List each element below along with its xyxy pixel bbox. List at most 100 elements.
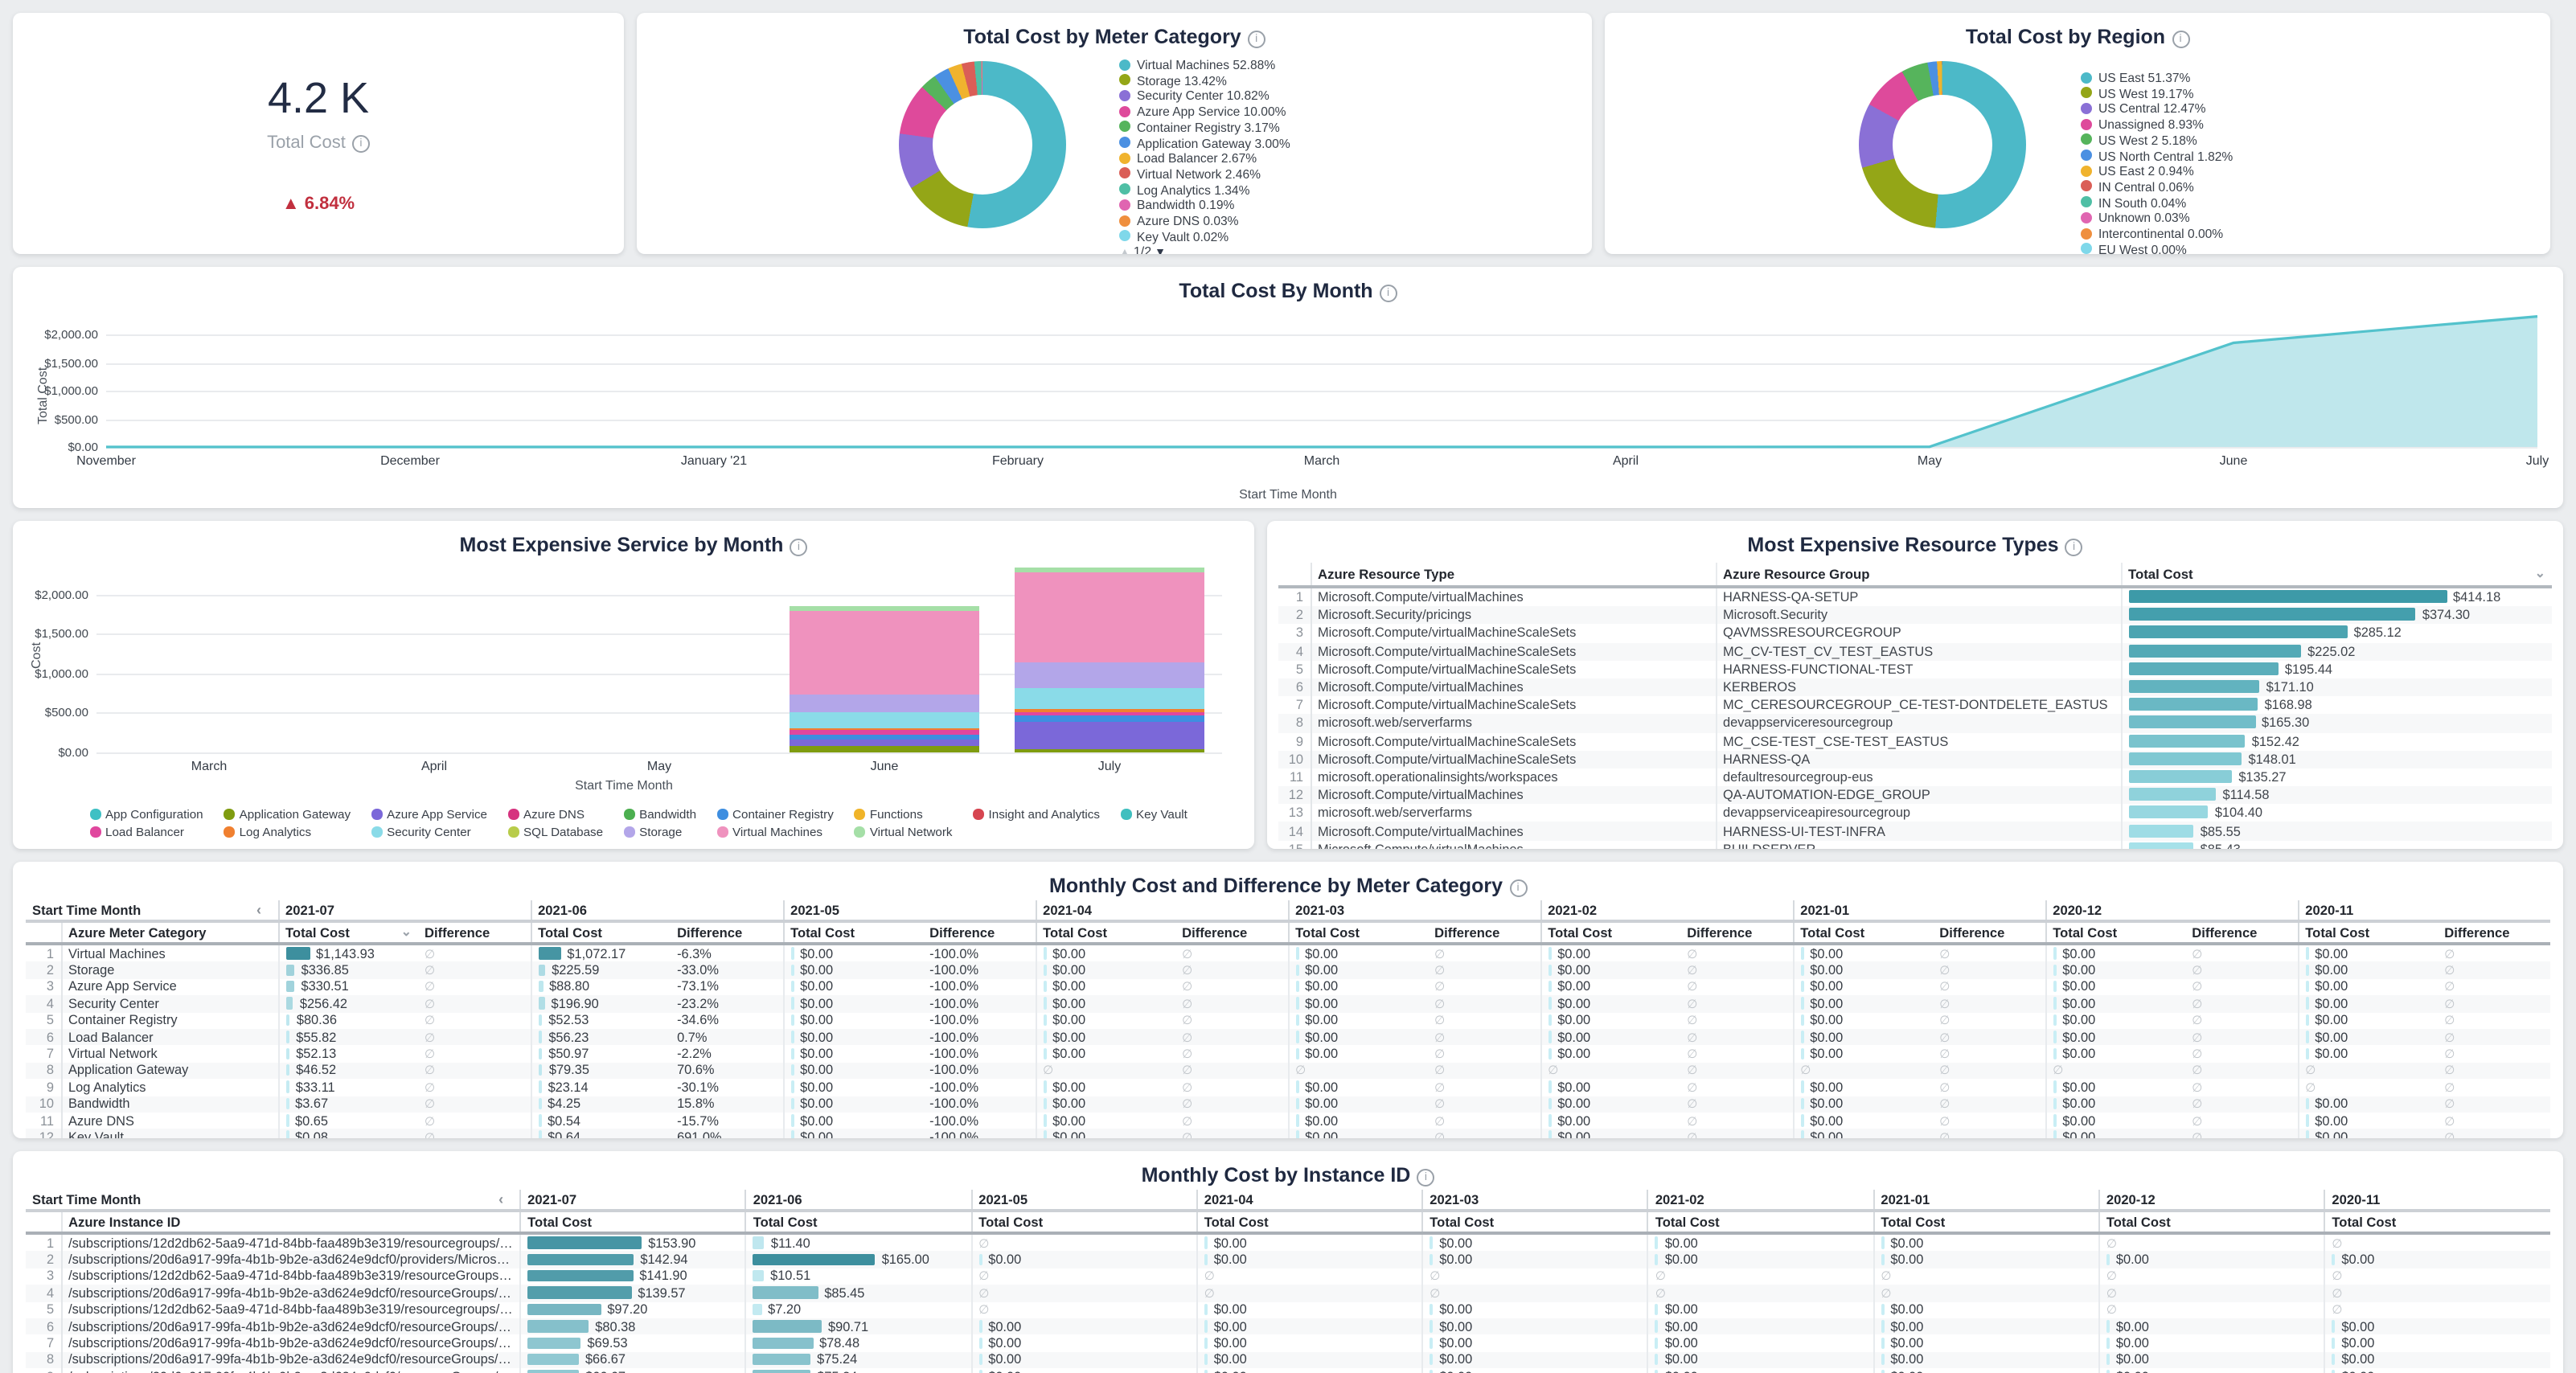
total-cost-cell[interactable]: $256.42 [278,995,418,1012]
instance-id-cell[interactable]: /subscriptions/20d6a917-99fa-4b1b-9b2e-a… [61,1351,520,1368]
total-cost-cell[interactable]: $0.00 [1197,1252,1423,1268]
total-cost-cell[interactable]: ∅ [2298,1079,2438,1096]
total-cost-column-header[interactable]: Total Cost [1648,1211,1874,1233]
instance-id-cell[interactable]: /subscriptions/20d6a917-99fa-4b1b-9b2e-a… [61,1335,520,1352]
stacked-bar-plot[interactable]: $2,000.00$1,500.00$1,000.00$500.00$0.00M… [96,563,1222,752]
total-cost-cell[interactable]: $0.00 [1648,1335,1874,1352]
total-cost-cell[interactable]: $0.00 [783,1062,923,1079]
difference-cell[interactable]: -33.0% [671,962,783,979]
total-cost-cell[interactable]: ∅ [1422,1285,1648,1301]
total-cost-cell[interactable]: $0.00 [1540,944,1680,962]
info-icon[interactable]: i [1380,285,1397,302]
total-cost-cell[interactable]: $0.00 [2298,944,2438,962]
difference-cell[interactable]: ∅ [1428,1113,1540,1129]
bar-segment[interactable] [1015,572,1204,662]
total-cost-cell[interactable]: $0.00 [1540,1046,1680,1063]
total-cost-column-header[interactable]: Total Cost [531,921,671,944]
total-cost-cell[interactable]: $152.42 [2121,732,2552,750]
table-row[interactable]: 6Microsoft.Compute/virtualMachinesKERBER… [1278,678,2552,696]
difference-cell[interactable]: ∅ [418,995,531,1012]
difference-cell[interactable]: ∅ [1680,962,1793,979]
total-cost-cell[interactable]: $0.00 [2099,1351,2325,1368]
total-cost-cell[interactable]: $0.00 [2298,1096,2438,1113]
table-row[interactable]: 3Azure App Service$330.51∅$88.80-73.1%$0… [26,979,2550,996]
resource-type-cell[interactable]: Microsoft.Compute/virtualMachines [1311,678,1716,696]
column-header[interactable]: Total Cost⌄ [2121,563,2552,587]
total-cost-cell[interactable]: $0.00 [1288,1079,1428,1096]
resource-group-cell[interactable]: MC_CV-TEST_CV_TEST_EASTUS [1716,642,2121,660]
bar-segment[interactable] [1015,689,1204,709]
difference-cell[interactable]: ∅ [1428,1012,1540,1029]
total-cost-cell[interactable]: $0.00 [1422,1252,1648,1268]
total-cost-cell[interactable]: $0.00 [1793,1029,1933,1046]
row-header-label[interactable]: Azure Meter Category [61,921,278,944]
difference-cell[interactable]: ∅ [418,1062,531,1079]
resource-group-cell[interactable]: QA-AUTOMATION-EDGE_GROUP [1716,786,2121,804]
total-cost-cell[interactable]: $0.00 [1873,1252,2099,1268]
legend-item[interactable]: Virtual Network 2.46% [1119,167,1290,182]
meter-category-donut[interactable] [899,61,1066,228]
table-row[interactable]: 12Key Vault$0.08∅$0.64691.0%$0.00-100.0%… [26,1129,2550,1138]
collapse-chevron-icon[interactable]: ‹ [256,902,261,918]
resource-group-cell[interactable]: MC_CSE-TEST_CSE-TEST_EASTUS [1716,732,2121,750]
table-row[interactable]: 3Microsoft.Compute/virtualMachineScaleSe… [1278,625,2552,642]
total-cost-cell[interactable]: $0.00 [2324,1252,2550,1268]
resource-group-cell[interactable]: Microsoft.Security [1716,606,2121,624]
total-cost-cell[interactable]: $0.00 [1540,979,1680,996]
legend-item[interactable]: Virtual Machines 52.88% [1119,58,1290,73]
total-cost-cell[interactable]: $142.94 [520,1252,746,1268]
difference-cell[interactable]: -100.0% [923,1079,1036,1096]
resource-group-cell[interactable]: HARNESS-QA-SETUP [1716,587,2121,606]
difference-cell[interactable]: ∅ [418,1113,531,1129]
total-cost-cell[interactable]: $330.51 [278,979,418,996]
total-cost-cell[interactable]: $0.00 [1036,1029,1175,1046]
legend-item[interactable]: US North Central 1.82% [2081,149,2233,164]
total-cost-cell[interactable]: $0.00 [2324,1335,2550,1352]
total-cost-cell[interactable]: $0.00 [1540,1029,1680,1046]
total-cost-cell[interactable]: $0.00 [2298,962,2438,979]
meter-category-cell[interactable]: Virtual Machines [61,944,278,962]
total-cost-cell[interactable]: $0.00 [2298,1113,2438,1129]
total-cost-cell[interactable]: $23.14 [531,1079,671,1096]
total-cost-cell[interactable]: $0.00 [1036,1129,1175,1138]
total-cost-cell[interactable]: $0.00 [783,1113,923,1129]
difference-cell[interactable]: ∅ [2438,1012,2550,1029]
legend-item[interactable]: Azure DNS 0.03% [1119,214,1290,229]
difference-cell[interactable]: ∅ [1175,944,1288,962]
difference-cell[interactable]: ∅ [1680,979,1793,996]
total-cost-cell[interactable]: $0.00 [1793,944,1933,962]
total-cost-cell[interactable]: ∅ [971,1285,1197,1301]
table-row[interactable]: 13microsoft.web/serverfarmsdevappservice… [1278,805,2552,822]
total-cost-cell[interactable]: $0.00 [1648,1351,1874,1368]
difference-cell[interactable]: ∅ [418,1046,531,1063]
total-cost-cell[interactable]: $0.00 [1036,995,1175,1012]
legend-item[interactable]: Key Vault 0.02% [1119,229,1290,244]
total-cost-cell[interactable]: ∅ [1873,1268,2099,1285]
resource-group-cell[interactable]: KERBEROS [1716,678,2121,696]
total-cost-cell[interactable]: ∅ [2099,1285,2325,1301]
total-cost-cell[interactable]: $0.00 [1036,979,1175,996]
legend-item[interactable]: Azure DNS [508,807,603,822]
difference-cell[interactable]: ∅ [2185,1079,2298,1096]
legend-item[interactable]: App Configuration [90,807,203,822]
total-cost-cell[interactable]: $0.00 [783,962,923,979]
difference-cell[interactable]: ∅ [1175,1096,1288,1113]
difference-cell[interactable]: ∅ [1933,1129,2045,1138]
bar-segment[interactable] [790,713,979,728]
total-cost-cell[interactable]: $0.64 [531,1129,671,1138]
legend-item[interactable]: Security Center 10.82% [1119,89,1290,105]
legend-item[interactable]: Container Registry 3.17% [1119,121,1290,136]
difference-cell[interactable]: -100.0% [923,1012,1036,1029]
resource-type-cell[interactable]: Microsoft.Compute/virtualMachines [1311,840,1716,849]
difference-cell[interactable]: ∅ [418,979,531,996]
month-header[interactable]: 2021-04 [1036,900,1288,921]
legend-item[interactable]: Virtual Network [855,825,953,839]
total-cost-cell[interactable]: $0.00 [1422,1301,1648,1318]
total-cost-cell[interactable]: ∅ [2099,1268,2325,1285]
resource-type-cell[interactable]: Microsoft.Compute/virtualMachineScaleSet… [1311,661,1716,678]
difference-cell[interactable]: ∅ [1428,979,1540,996]
difference-cell[interactable]: ∅ [1933,1046,2045,1063]
difference-cell[interactable]: ∅ [2438,962,2550,979]
total-cost-column-header[interactable]: Total Cost [746,1211,972,1233]
total-cost-cell[interactable]: $141.90 [520,1268,746,1285]
